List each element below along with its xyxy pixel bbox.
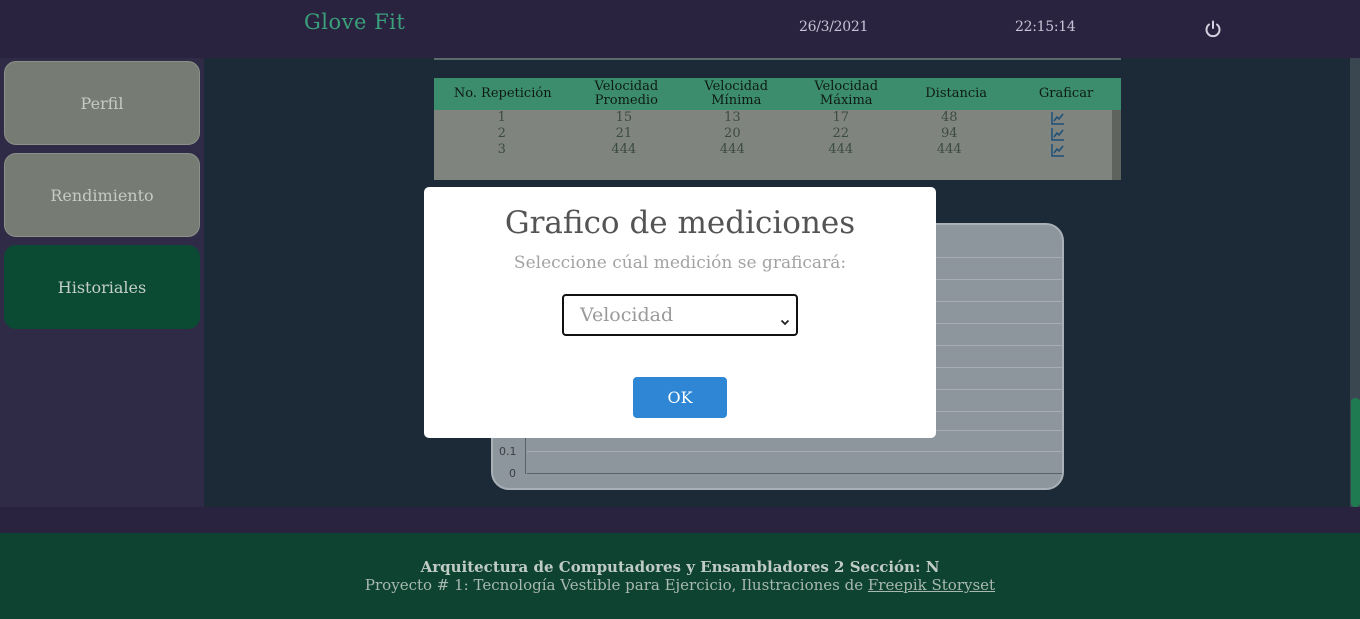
footer-divider	[0, 507, 1360, 533]
footer-credits: Proyecto # 1: Tecnología Vestible para E…	[0, 576, 1360, 594]
chart-modal: Grafico de mediciones Seleccione cúal me…	[424, 187, 936, 438]
footer-course: Arquitectura de Computadores y Ensamblad…	[420, 558, 940, 576]
ok-button[interactable]: OK	[633, 377, 727, 418]
modal-subtitle: Seleccione cúal medición se graficará:	[513, 253, 847, 273]
chevron-down-icon	[780, 310, 790, 326]
footer: Arquitectura de Computadores y Ensamblad…	[0, 533, 1360, 619]
select-value: Velocidad	[580, 304, 674, 326]
modal-title: Grafico de mediciones	[504, 205, 856, 241]
measurement-select[interactable]: Velocidad	[562, 294, 798, 336]
footer-credits-text: Proyecto # 1: Tecnología Vestible para E…	[364, 576, 868, 594]
freepik-link[interactable]: Freepik Storyset	[868, 576, 995, 594]
